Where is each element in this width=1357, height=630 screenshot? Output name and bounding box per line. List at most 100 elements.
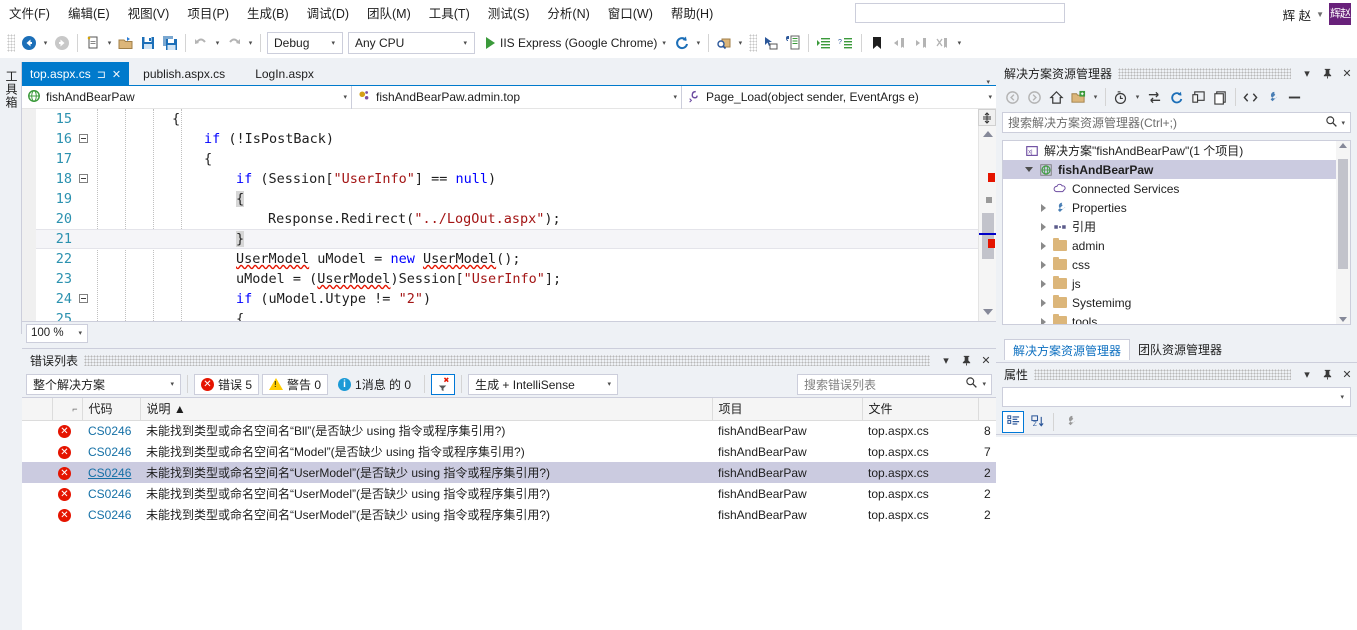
menu-view[interactable]: 视图(V) [119, 2, 179, 26]
chevron-right-icon[interactable] [1035, 260, 1051, 269]
chevron-down-icon[interactable]: ▾ [1297, 364, 1317, 384]
error-code-cell[interactable]: CS0246 [82, 483, 140, 504]
scroll-thumb[interactable] [982, 213, 994, 259]
collapse-region-icon[interactable] [76, 129, 92, 149]
pin-icon[interactable] [1317, 364, 1337, 384]
col-file[interactable]: 文件 [862, 398, 979, 421]
tree-node[interactable]: xj 解决方案"fishAndBearPaw"(1 个项目) [1003, 141, 1350, 160]
back-dropdown-caret[interactable]: ▾ [40, 32, 51, 54]
code-line[interactable]: 22 UserModel uModel = new UserModel(); [36, 249, 996, 269]
chevron-down-icon[interactable]: ▾ [983, 93, 992, 101]
configuration-combo[interactable]: Debug ▾ [267, 32, 343, 54]
fold-box[interactable] [79, 174, 88, 183]
open-folder-icon[interactable] [115, 32, 137, 54]
search-icon[interactable] [1325, 115, 1341, 131]
panel-drag-area[interactable] [1118, 67, 1291, 79]
menu-help[interactable]: 帮助(H) [662, 2, 722, 26]
zoom-level-combo[interactable]: 100 % ▾ [26, 323, 88, 343]
chevron-down-icon[interactable]: ▾ [662, 39, 666, 47]
solution-tree[interactable]: xj 解决方案"fishAndBearPaw"(1 个项目) fishAndBear… [1002, 140, 1351, 325]
scope-filter-combo[interactable]: 整个解决方案 ▾ [26, 373, 181, 395]
tab-solution-explorer[interactable]: 解决方案资源管理器 [1004, 339, 1131, 360]
scroll-thumb[interactable] [1338, 159, 1348, 269]
solution-search-input[interactable]: 搜索解决方案资源管理器(Ctrl+;) ▾ [1002, 112, 1351, 133]
categorized-view-icon[interactable] [1002, 410, 1024, 433]
navbar-class-combo[interactable]: fishAndBearPaw.admin.top ▾ [352, 85, 682, 109]
col-description[interactable]: 说明 ▲ [140, 398, 713, 421]
menu-debug[interactable]: 调试(D) [298, 2, 358, 26]
error-code-link[interactable]: CS0246 [88, 424, 131, 438]
chevron-down-icon[interactable]: ▾ [458, 39, 472, 47]
scroll-up-arrow[interactable] [1339, 143, 1347, 148]
chevron-down-icon[interactable]: ▾ [608, 380, 618, 388]
toolbar-grip-2[interactable] [748, 34, 757, 52]
table-row[interactable]: ✕ CS0246 未能找到类型或命名空间名“UserModel”(是否缺少 usin… [22, 504, 996, 525]
menu-test[interactable]: 测试(S) [479, 2, 539, 26]
navigate-to-icon[interactable] [760, 32, 782, 54]
tree-node[interactable]: admin [1003, 236, 1350, 255]
show-all-files-caret[interactable]: ▾ [1090, 86, 1101, 108]
pending-changes-icon[interactable] [1110, 87, 1131, 108]
table-row[interactable]: ✕ CS0246 未能找到类型或命名空间名“UserModel”(是否缺少 usin… [22, 483, 996, 504]
code-line[interactable]: 16 if (!IsPostBack) [36, 129, 996, 149]
col-project[interactable]: 项目 [712, 398, 863, 421]
collapse-all-icon[interactable] [1188, 87, 1209, 108]
col-line[interactable] [978, 398, 996, 421]
chevron-right-icon[interactable] [1035, 241, 1051, 250]
tree-node[interactable]: Connected Services [1003, 179, 1350, 198]
alphabetical-sort-icon[interactable]: Z [1026, 411, 1048, 433]
tab-login-aspx[interactable]: LogIn.aspx [233, 62, 322, 86]
sync-icon[interactable] [1144, 87, 1165, 108]
table-row[interactable]: ✕ CS0246 未能找到类型或命名空间名“UserModel”(是否缺少 usin… [22, 462, 996, 483]
pending-changes-caret[interactable]: ▾ [1132, 86, 1143, 108]
tree-node[interactable]: tools [1003, 312, 1350, 324]
quick-launch-input[interactable] [855, 3, 1065, 23]
menu-file[interactable]: 文件(F) [0, 2, 59, 26]
user-account-area[interactable]: 辉 赵 ▼ 辉赵 [1283, 0, 1351, 28]
tree-node[interactable]: css [1003, 255, 1350, 274]
home-icon[interactable] [1046, 87, 1067, 108]
refresh-icon[interactable] [1166, 87, 1187, 108]
fold-box[interactable] [79, 134, 88, 143]
search-icon[interactable] [965, 376, 982, 392]
code-line[interactable]: 17 { [36, 149, 996, 169]
chevron-down-icon[interactable] [1021, 167, 1037, 172]
refresh-icon[interactable] [671, 32, 693, 54]
navbar-project-combo[interactable]: fishAndBearPaw ▾ [22, 85, 352, 109]
toolbar-grip[interactable] [7, 34, 15, 52]
error-code-link[interactable]: CS0246 [88, 508, 131, 522]
code-line[interactable]: 18 if (Session["UserInfo"] == null) [36, 169, 996, 189]
preview-icon[interactable] [1284, 87, 1305, 108]
table-row[interactable]: ✕ CS0246 未能找到类型或命名空间名“Model”(是否缺少 using 指令… [22, 441, 996, 462]
new-item-dropdown-caret[interactable]: ▾ [104, 32, 115, 54]
fold-box[interactable] [79, 294, 88, 303]
error-marker[interactable] [988, 173, 995, 182]
properties-grid[interactable] [996, 437, 1357, 630]
platform-combo[interactable]: Any CPU ▾ [348, 32, 475, 54]
code-line[interactable]: 20 Response.Redirect("../LogOut.aspx"); [36, 209, 996, 229]
error-code-link[interactable]: CS0246 [88, 487, 131, 501]
tab-top-aspx-cs[interactable]: top.aspx.cs ⊐ ✕ [22, 62, 130, 86]
chevron-down-icon[interactable]: ▾ [326, 39, 340, 47]
collapse-region-icon[interactable] [76, 289, 92, 309]
chevron-down-icon[interactable]: ▾ [668, 93, 677, 101]
scroll-down-arrow[interactable] [983, 309, 993, 315]
chevron-down-icon[interactable]: ▾ [982, 380, 991, 388]
toolbox-strip[interactable]: 工具箱 [0, 62, 22, 334]
chevron-right-icon[interactable] [1035, 279, 1051, 288]
code-text-area[interactable]: 15{16 if (!IsPostBack) 17{18 if (Session["U… [22, 109, 996, 321]
chevron-down-icon[interactable]: ▾ [170, 380, 180, 388]
warnings-filter-button[interactable]: 警告 0 [262, 373, 329, 395]
find-in-files-icon[interactable] [713, 32, 735, 54]
pin-icon[interactable]: ⊐ [97, 68, 106, 81]
indicator-margin[interactable] [22, 109, 36, 321]
chevron-right-icon[interactable] [1035, 222, 1051, 231]
comment-icon[interactable] [782, 32, 804, 54]
refresh-dropdown-caret[interactable]: ▾ [693, 32, 704, 54]
code-line[interactable]: 21} [36, 229, 996, 249]
code-line[interactable]: 24 if (uModel.Utype != "2") [36, 289, 996, 309]
menu-team[interactable]: 团队(M) [358, 2, 420, 26]
properties-object-combo[interactable]: ▾ [1002, 387, 1351, 407]
code-line[interactable]: 19 { [36, 189, 996, 209]
tree-scrollbar[interactable] [1336, 141, 1350, 324]
